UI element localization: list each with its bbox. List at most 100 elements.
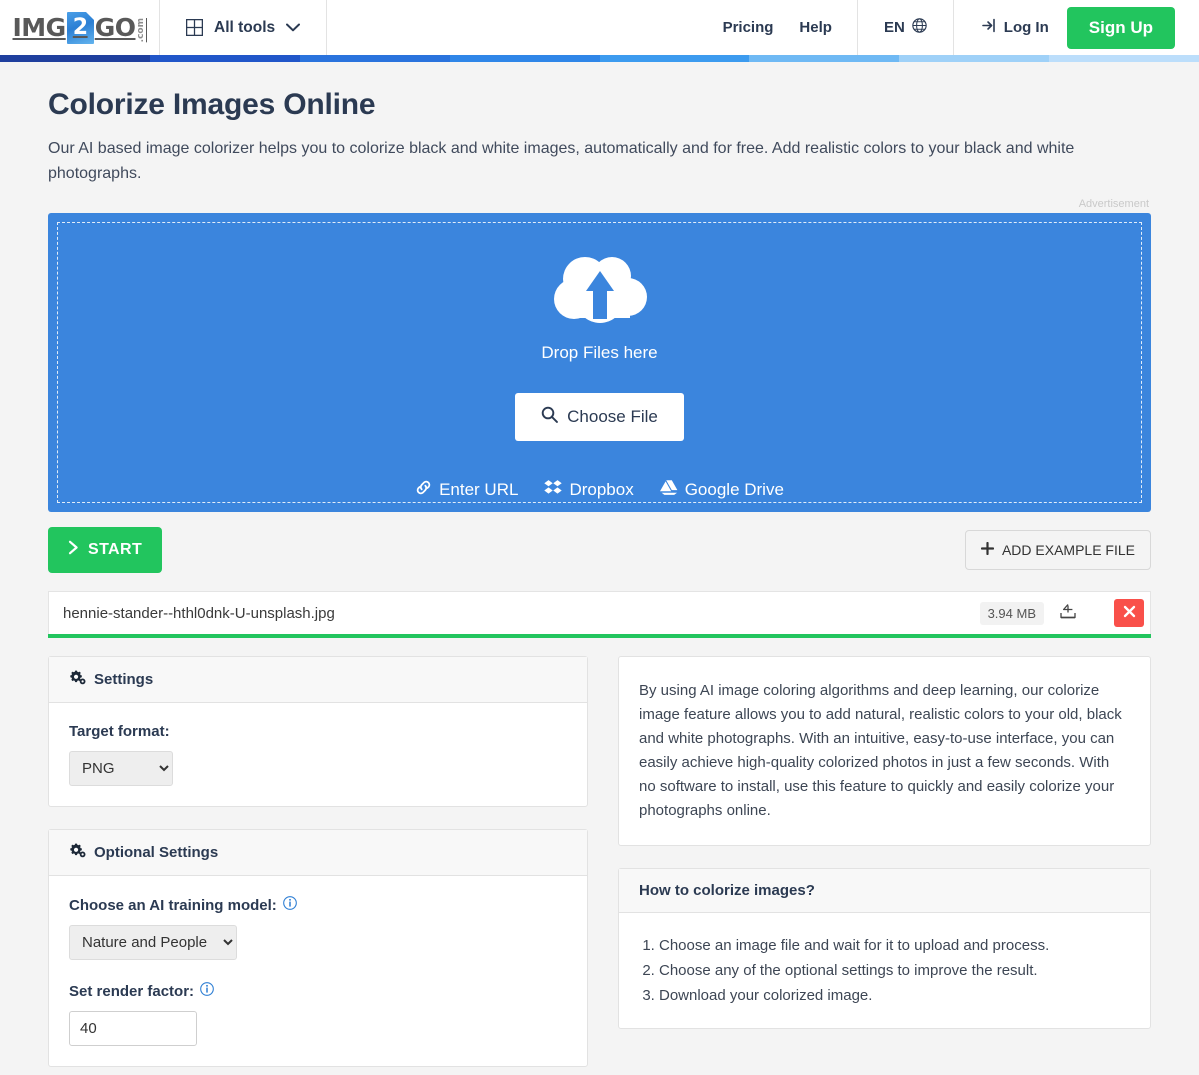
- upload-icon: [1059, 603, 1077, 623]
- gradient-segment: [0, 55, 150, 62]
- cloud-upload-icon: [540, 249, 660, 335]
- how-to-title: How to colorize images?: [639, 882, 815, 899]
- enter-url-label: Enter URL: [439, 480, 518, 500]
- dropbox-link[interactable]: Dropbox: [544, 479, 633, 501]
- target-format-select[interactable]: PNG: [69, 751, 173, 786]
- google-drive-link[interactable]: Google Drive: [660, 479, 784, 501]
- search-icon: [541, 406, 558, 428]
- file-upload-source-button[interactable]: [1054, 600, 1082, 626]
- choose-file-button[interactable]: Choose File: [515, 393, 684, 441]
- auth-area: Log In Sign Up: [954, 0, 1199, 55]
- logo-text-go: GO: [95, 13, 136, 42]
- page-content: Colorize Images Online Our AI based imag…: [0, 88, 1199, 1075]
- feature-info-text: By using AI image coloring algorithms an…: [619, 657, 1150, 845]
- advertisement-label: Advertisement: [48, 198, 1149, 210]
- header-spacer: [327, 0, 722, 55]
- close-icon: [1123, 605, 1136, 621]
- enter-url-link[interactable]: Enter URL: [415, 479, 518, 501]
- feature-info-panel: By using AI image coloring algorithms an…: [618, 656, 1151, 846]
- language-selector[interactable]: EN: [857, 0, 954, 55]
- chevron-right-icon: [68, 540, 79, 560]
- render-factor-label-text: Set render factor:: [69, 983, 194, 1000]
- grid-icon: [186, 19, 203, 36]
- target-format-label-text: Target format:: [69, 723, 170, 740]
- logo-text-img: IMG: [13, 13, 66, 42]
- render-factor-input[interactable]: [69, 1011, 197, 1046]
- link-icon: [415, 479, 432, 501]
- gradient-segment: [749, 55, 899, 62]
- settings-panel-header: Settings: [49, 657, 587, 703]
- optional-settings-panel: Optional Settings Choose an AI training …: [48, 829, 588, 1067]
- gradient-segment: [150, 55, 300, 62]
- file-name: hennie-stander--hthl0dnk-U-unsplash.jpg: [63, 605, 980, 622]
- start-button-top[interactable]: START: [48, 527, 162, 573]
- google-drive-label: Google Drive: [685, 480, 784, 500]
- target-format-label: Target format:: [69, 723, 567, 740]
- nav-item-pricing[interactable]: Pricing: [723, 19, 774, 36]
- signup-button[interactable]: Sign Up: [1067, 7, 1175, 49]
- google-drive-icon: [660, 479, 678, 501]
- drop-files-text: Drop Files here: [541, 343, 657, 363]
- nav-item-help[interactable]: Help: [799, 19, 832, 36]
- add-example-label: ADD EXAMPLE FILE: [1002, 542, 1135, 558]
- settings-panel-body: Target format: PNG: [49, 703, 587, 806]
- list-item: Download your colorized image.: [659, 983, 1130, 1008]
- settings-column: Settings Target format: PNG: [48, 656, 588, 1075]
- gradient-segment: [300, 55, 450, 62]
- dropzone-inner: Drop Files here Choose File: [57, 222, 1142, 503]
- action-row: START ADD EXAMPLE FILE: [48, 527, 1151, 573]
- all-tools-menu[interactable]: All tools: [160, 0, 327, 55]
- logo-tld: .com: [136, 17, 146, 42]
- how-to-panel: How to colorize images? Choose an image …: [618, 868, 1151, 1029]
- settings-panel: Settings Target format: PNG: [48, 656, 588, 807]
- optional-settings-panel-header: Optional Settings: [49, 830, 587, 876]
- render-factor-label: Set render factor:: [69, 982, 567, 1000]
- ai-model-label-text: Choose an AI training model:: [69, 897, 277, 914]
- logo-badge-number: 2: [73, 15, 88, 40]
- choose-file-label: Choose File: [567, 407, 658, 427]
- login-icon: [982, 18, 998, 37]
- page-title: Colorize Images Online: [48, 88, 1151, 122]
- page-description: Our AI based image colorizer helps you t…: [48, 136, 1148, 186]
- login-label: Log In: [1004, 19, 1049, 36]
- header-nav: Pricing Help: [723, 0, 857, 55]
- info-icon[interactable]: [283, 896, 297, 914]
- gradient-segment: [1049, 55, 1199, 62]
- content-columns: Settings Target format: PNG: [48, 656, 1151, 1075]
- dropbox-label: Dropbox: [569, 480, 633, 500]
- how-to-steps: Choose an image file and wait for it to …: [619, 913, 1150, 1028]
- gradient-segment: [600, 55, 750, 62]
- info-icon[interactable]: [200, 982, 214, 1000]
- info-column: By using AI image coloring algorithms an…: [618, 656, 1151, 1051]
- plus-icon: [981, 542, 994, 558]
- gears-icon: [69, 843, 86, 862]
- gradient-segment: [450, 55, 600, 62]
- file-dropzone[interactable]: Drop Files here Choose File: [48, 213, 1151, 512]
- start-label: START: [88, 541, 142, 559]
- file-size-badge: 3.94 MB: [980, 602, 1044, 625]
- gradient-segment: [899, 55, 1049, 62]
- logo-document-icon: 2: [67, 12, 94, 44]
- site-logo[interactable]: IMG 2 GO.com: [13, 13, 147, 43]
- list-item: Choose an image file and wait for it to …: [659, 933, 1130, 958]
- site-header: IMG 2 GO.com All tools Pricing Help EN: [0, 0, 1199, 55]
- ai-model-select[interactable]: Nature and People: [69, 925, 237, 960]
- globe-icon: [912, 18, 927, 38]
- how-to-panel-header: How to colorize images?: [619, 869, 1150, 913]
- upload-progress-bar: [48, 634, 1151, 638]
- optional-settings-title: Optional Settings: [94, 844, 218, 861]
- login-link[interactable]: Log In: [982, 18, 1049, 37]
- optional-settings-panel-body: Choose an AI training model: Nature and …: [49, 876, 587, 1066]
- gears-icon: [69, 670, 86, 689]
- list-item: Choose any of the optional settings to i…: [659, 958, 1130, 983]
- remove-file-button[interactable]: [1114, 599, 1144, 627]
- add-example-file-button[interactable]: ADD EXAMPLE FILE: [965, 530, 1151, 570]
- dropbox-icon: [544, 479, 562, 501]
- chevron-down-icon: [286, 23, 300, 32]
- all-tools-label: All tools: [214, 19, 275, 37]
- logo-cell: IMG 2 GO.com: [0, 0, 160, 55]
- ai-model-label: Choose an AI training model:: [69, 896, 567, 914]
- alternate-sources: Enter URL Dropbox: [415, 479, 784, 501]
- settings-title: Settings: [94, 671, 153, 688]
- header-gradient-bar: [0, 55, 1199, 62]
